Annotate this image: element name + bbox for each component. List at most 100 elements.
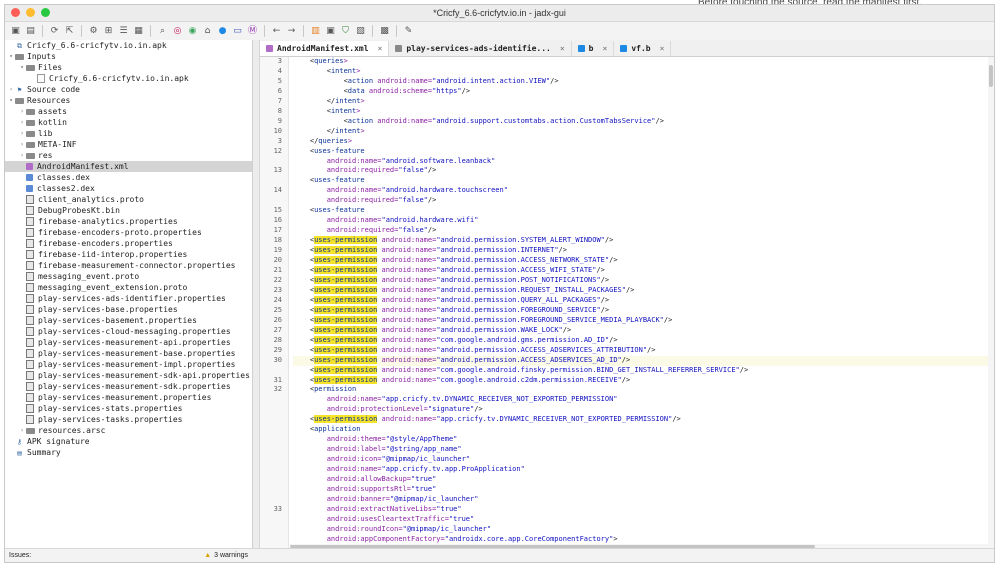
tree-node-file[interactable]: firebase-iid-interop.properties <box>5 249 252 260</box>
tree-node-file[interactable]: classes2.dex <box>5 183 252 194</box>
tab-b[interactable]: b × <box>572 41 615 56</box>
tree-node-file[interactable]: play-services-measurement.properties <box>5 392 252 403</box>
smali-icon[interactable]: Ⓜ <box>246 25 259 38</box>
tree-node-apk-signature[interactable]: ⚷ APK signature <box>5 436 252 447</box>
minimize-window-button[interactable] <box>26 8 35 17</box>
tree-node-resources-arsc[interactable]: › resources.arsc <box>5 425 252 436</box>
tree-node-file[interactable]: play-services-ads-identifier.properties <box>5 293 252 304</box>
save-all-icon[interactable]: ▣ <box>324 25 337 38</box>
flatten-icon[interactable]: ☰ <box>117 25 130 38</box>
tab-play-services-ads-identifie-[interactable]: play-services-ads-identifie... × <box>389 41 572 56</box>
xml-tag: queries <box>318 136 348 145</box>
tree-node-file[interactable]: messaging_event_extension.proto <box>5 282 252 293</box>
tree-node-file[interactable]: firebase-analytics.properties <box>5 216 252 227</box>
tree-node-folder-assets[interactable]: › assets <box>5 106 252 117</box>
class-icon[interactable]: ● <box>216 25 229 38</box>
open-icon[interactable]: ▣ <box>9 25 22 38</box>
close-window-button[interactable] <box>11 8 20 17</box>
tab-androidmanifest-xml[interactable]: AndroidManifest.xml × <box>260 41 390 56</box>
tree-node-file[interactable]: firebase-measurement-connector.propertie… <box>5 260 252 271</box>
tree-node-file[interactable]: play-services-cloud-messaging.properties <box>5 326 252 337</box>
home-icon[interactable]: ⌂ <box>201 25 214 38</box>
close-tab-icon[interactable]: × <box>560 44 565 53</box>
toolbar: ▣ ▤ ⟳ ⇱ ⚙ ⊞ ☰ ▦ ⌕ ◎ ◉ ⌂ ● ▭ Ⓜ ← → ▥ ▣ ⛉ … <box>5 22 994 41</box>
tree-node-folder-kotlin[interactable]: › kotlin <box>5 117 252 128</box>
zoom-window-button[interactable] <box>41 8 50 17</box>
warnings-indicator[interactable]: ▲ 3 warnings <box>204 552 248 559</box>
tree-node-file[interactable]: DebugProbesKt.bin <box>5 205 252 216</box>
split-divider[interactable] <box>253 40 260 549</box>
back-icon[interactable]: ← <box>270 25 283 38</box>
tree-node-label: play-services-measurement-api.properties <box>38 338 231 347</box>
tab-vf-b[interactable]: vf.b × <box>614 41 672 56</box>
expanded-arrow-icon[interactable]: ▾ <box>7 51 15 62</box>
tree-node-file[interactable]: firebase-encoders-proto.properties <box>5 227 252 238</box>
code-editor[interactable]: 3 4 5 6 7 8 9 10 3 12 13 14 15 16 17 18 19 20 21 22 23 24 25 26… <box>260 57 994 549</box>
tree-node-resources[interactable]: ▾ Resources <box>5 95 252 106</box>
tree-node-folder-meta-inf[interactable]: › META-INF <box>5 139 252 150</box>
tree-node-file[interactable]: play-services-basement.properties <box>5 315 252 326</box>
line-number: 32 <box>273 385 282 394</box>
line-number: 5 <box>277 76 282 85</box>
sync-icon[interactable]: ⟳ <box>48 25 61 38</box>
collapsed-arrow-icon[interactable]: › <box>18 128 26 139</box>
log-icon[interactable]: ▩ <box>378 25 391 38</box>
tree-node-apk-file[interactable]: Cricfy_6.6-cricfytv.io.in.apk <box>5 73 252 84</box>
tree-node-androidmanifest[interactable]: AndroidManifest.xml <box>5 161 252 172</box>
collapsed-arrow-icon[interactable]: › <box>7 84 15 95</box>
tree-root-apk[interactable]: ⧉ Cricfy_6.6-cricfytv.io.in.apk <box>5 40 252 51</box>
wrench-icon[interactable]: ✎ <box>402 25 415 38</box>
close-tab-icon[interactable]: × <box>660 44 665 53</box>
tree-icon[interactable]: ⊞ <box>102 25 115 38</box>
code-line: <intent> <box>293 107 994 117</box>
tree-node-summary[interactable]: ▤ Summary <box>5 447 252 458</box>
package-icon[interactable]: ▦ <box>132 25 145 38</box>
tree-node-folder-res[interactable]: › res <box>5 150 252 161</box>
line-number <box>260 366 288 376</box>
close-tab-icon[interactable]: × <box>603 44 608 53</box>
vertical-scroll-thumb[interactable] <box>989 65 993 87</box>
settings-icon[interactable]: ⚙ <box>87 25 100 38</box>
search-icon[interactable]: ⌕ <box>156 25 169 38</box>
collapsed-arrow-icon[interactable]: › <box>18 150 26 161</box>
tree-node-file[interactable]: firebase-encoders.properties <box>5 238 252 249</box>
save-icon[interactable]: ▤ <box>24 25 37 38</box>
tree-node-file[interactable]: play-services-measurement-impl.propertie… <box>5 359 252 370</box>
tree-node-file[interactable]: play-services-measurement-sdk.properties <box>5 381 252 392</box>
forward-icon[interactable]: → <box>285 25 298 38</box>
android-icon[interactable]: ◉ <box>186 25 199 38</box>
bookmark-icon[interactable]: ⛉ <box>339 25 352 38</box>
export-icon[interactable]: ⇱ <box>63 25 76 38</box>
code-area[interactable]: <queries> <intent> <action android:name=… <box>289 57 994 549</box>
tree-node-inputs[interactable]: ▾ Inputs <box>5 51 252 62</box>
tree-node-file[interactable]: client_analytics.proto <box>5 194 252 205</box>
expanded-arrow-icon[interactable]: ▾ <box>7 95 15 106</box>
collapsed-arrow-icon[interactable]: › <box>18 139 26 150</box>
xml-attribute: android:name= <box>373 76 433 85</box>
collapsed-arrow-icon[interactable]: › <box>18 117 26 128</box>
tree-node-file[interactable]: play-services-measurement-sdk-api.proper… <box>5 370 252 381</box>
file-icon <box>26 349 34 358</box>
tree-node-folder-lib[interactable]: › lib <box>5 128 252 139</box>
tree-node-file[interactable]: classes.dex <box>5 172 252 183</box>
close-tab-icon[interactable]: × <box>378 44 383 53</box>
quark-icon[interactable]: ▥ <box>309 25 322 38</box>
text-icon[interactable]: ▭ <box>231 25 244 38</box>
code-line: <uses-permission android:name="android.p… <box>293 355 994 366</box>
tree-node-file[interactable]: play-services-base.properties <box>5 304 252 315</box>
file-icon <box>26 360 34 369</box>
xml-punct <box>293 216 327 224</box>
tree-node-file[interactable]: play-services-tasks.properties <box>5 414 252 425</box>
tree-node-file[interactable]: play-services-stats.properties <box>5 403 252 414</box>
tree-node-files[interactable]: ▾ Files <box>5 62 252 73</box>
tree-node-source-code[interactable]: › ⚑ Source code <box>5 84 252 95</box>
tree-node-file[interactable]: play-services-measurement-base.propertie… <box>5 348 252 359</box>
collapsed-arrow-icon[interactable]: › <box>18 425 26 436</box>
tree-node-file[interactable]: messaging_event.proto <box>5 271 252 282</box>
expanded-arrow-icon[interactable]: ▾ <box>18 62 26 73</box>
tree-node-file[interactable]: play-services-measurement-api.properties <box>5 337 252 348</box>
collapsed-arrow-icon[interactable]: › <box>18 106 26 117</box>
vertical-scrollbar[interactable] <box>988 57 994 549</box>
find-usage-icon[interactable]: ◎ <box>171 25 184 38</box>
deobf-icon[interactable]: ▧ <box>354 25 367 38</box>
